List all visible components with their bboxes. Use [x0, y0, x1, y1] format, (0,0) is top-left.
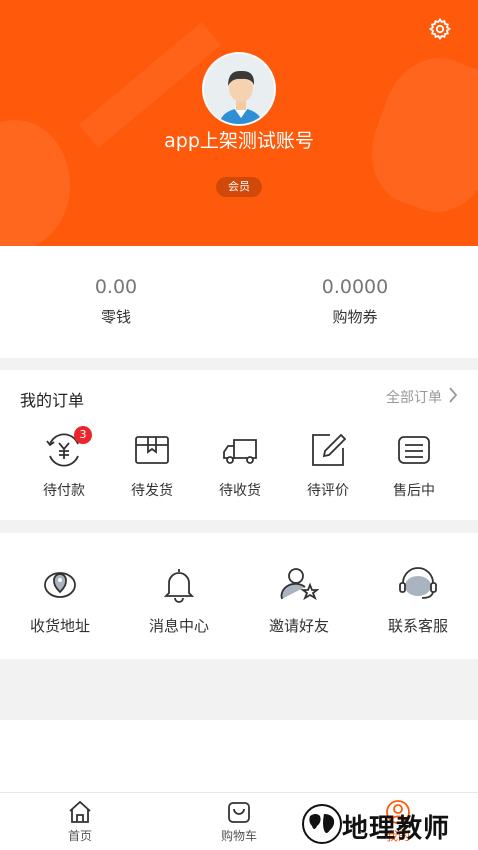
wallet-balance-value: 0.00 — [94, 276, 138, 298]
edit-pen-icon — [308, 432, 348, 468]
tab-cart-label: 购物车 — [220, 829, 257, 843]
service-shipping-address-label: 收货地址 — [29, 617, 90, 635]
globe-icon — [302, 804, 342, 844]
tab-home[interactable]: 首页 — [40, 799, 120, 844]
balance-card: 0.00 零钱 0.0000 购物券 — [0, 246, 478, 358]
order-pending-review-label: 待评价 — [307, 483, 349, 499]
tab-home-label: 首页 — [67, 829, 92, 843]
coupon-balance-value: 0.0000 — [321, 276, 389, 298]
watermark-text: 地理教师 — [342, 814, 451, 844]
wallet-balance-label: 零钱 — [100, 308, 131, 326]
bell-icon — [159, 565, 199, 603]
order-after-sale[interactable]: 售后中 — [374, 432, 454, 500]
service-shipping-address[interactable]: 收货地址 — [10, 565, 110, 636]
yen-wallet-icon: 3 — [44, 426, 92, 468]
all-orders-link[interactable]: 全部订单 — [386, 387, 458, 407]
all-orders-label: 全部订单 — [386, 390, 442, 406]
after-sale-icon — [394, 432, 434, 468]
service-message-center-label: 消息中心 — [148, 617, 209, 635]
content-spacer — [0, 720, 478, 792]
service-invite-friends[interactable]: 邀请好友 — [249, 565, 349, 636]
order-pending-shipment-label: 待发货 — [131, 483, 173, 499]
order-pending-payment[interactable]: 3 待付款 — [24, 426, 104, 500]
order-pending-payment-label: 待付款 — [43, 483, 85, 499]
service-customer-support[interactable]: 联系客服 — [368, 565, 468, 636]
location-pin-icon — [40, 565, 80, 603]
package-box-icon — [132, 432, 172, 468]
chevron-right-icon — [448, 387, 458, 407]
watermark: 地理教师 — [290, 800, 478, 850]
order-pending-shipment[interactable]: 待发货 — [112, 432, 192, 500]
pending-payment-count-badge: 3 — [74, 426, 92, 444]
wallet-balance[interactable]: 0.00 零钱 — [16, 276, 216, 327]
service-message-center[interactable]: 消息中心 — [129, 565, 229, 636]
order-pending-receipt-label: 待收货 — [219, 483, 261, 499]
orders-section: 我的订单 全部订单 3 待付款 待发货 待收货 待评价 售后中 — [0, 370, 478, 520]
truck-icon — [220, 432, 260, 468]
order-pending-receipt[interactable]: 待收货 — [200, 432, 280, 500]
avatar[interactable] — [202, 52, 276, 126]
profile-header: app上架测试账号 会员 — [0, 0, 478, 246]
username: app上架测试账号 — [164, 130, 314, 152]
tab-cart[interactable]: 购物车 — [199, 799, 279, 844]
orders-title: 我的订单 — [20, 391, 85, 410]
order-pending-review[interactable]: 待评价 — [288, 432, 368, 500]
settings-gear-icon[interactable] — [428, 17, 452, 41]
service-customer-support-label: 联系客服 — [387, 617, 448, 635]
profile-page: app上架测试账号 会员 0.00 零钱 0.0000 购物券 我的订单 全部订… — [0, 0, 478, 850]
member-badge: 会员 — [216, 177, 262, 197]
shopping-bag-icon — [226, 799, 252, 825]
service-invite-friends-label: 邀请好友 — [268, 617, 329, 635]
services-section: 收货地址 消息中心 邀请好友 联系客服 — [0, 533, 478, 659]
order-after-sale-label: 售后中 — [393, 483, 435, 499]
coupon-balance-label: 购物券 — [332, 308, 378, 326]
headset-icon — [398, 565, 438, 603]
invite-user-star-icon — [279, 565, 320, 603]
home-icon — [67, 799, 93, 825]
coupon-balance[interactable]: 0.0000 购物券 — [255, 276, 455, 327]
